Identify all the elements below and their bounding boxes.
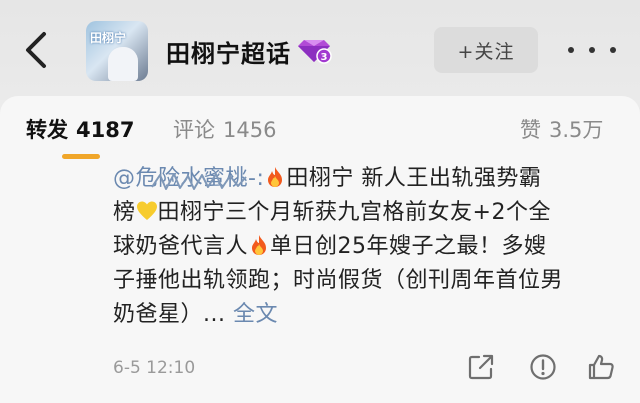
tab-label: 赞 [520,118,541,142]
post-text-segment: 田栩宁 新人王出轨强势霸 [286,166,542,191]
yellow-heart-emoji-icon [136,201,157,220]
gem-level-badge-icon: 3 [298,40,332,64]
post-line: 榜田栩宁三个月斩获九宫格前女友+2个全 [113,196,633,230]
post-text-segment: 榜 [113,200,136,225]
share-icon[interactable] [466,352,496,382]
tab-comment[interactable]: 评论 1456 [173,114,276,144]
thumbs-up-icon[interactable] [586,352,616,382]
post-line: 球奶爸代言人 单日创25年嫂子之最！多嫂 [113,230,633,264]
post-text-segment: 田栩宁三个月斩获九宫格前女友+2个全 [157,200,551,225]
post-text-segment: 奶爸星）... [113,302,233,327]
tab-repost[interactable]: 转发 4187 [26,114,134,144]
topic-avatar[interactable]: 田栩宁 [86,21,148,81]
avatar-figure [108,47,138,81]
fire-emoji-icon [252,235,267,255]
tabs-bar: 转发 4187 评论 1456 赞 3.5万 [0,96,640,162]
dot-icon [568,47,574,53]
badge-level: 3 [321,52,328,63]
tab-count: 1456 [223,118,277,142]
more-dots-icon[interactable] [568,40,616,60]
tab-label: 评论 [173,118,215,142]
post-timestamp: 6-5 12:10 [113,358,196,378]
tab-like[interactable]: 赞 3.5万 [520,114,603,144]
report-icon[interactable] [528,352,558,382]
post-line: 奶爸星）... 全文 [113,298,633,332]
tab-count: 3.5万 [549,118,604,142]
top-bar: 田栩宁 田栩宁超话 3 +关注 [0,0,640,100]
follow-button[interactable]: +关注 [434,27,538,73]
back-icon[interactable] [20,30,54,70]
post-text-segment: 球奶爸代言人 [113,234,249,259]
dot-icon [610,47,616,53]
full-text-link[interactable]: 全文 [233,302,278,327]
dot-icon [589,47,595,53]
tab-count: 4187 [76,118,135,142]
repost-item: @危险水蜜桃-: 田栩宁 新人王出轨强势霸 榜田栩宁三个月斩获九宫格前女友+2个全… [0,162,640,403]
active-tab-indicator [62,154,100,159]
fire-emoji-icon [268,167,283,187]
redaction-scribble [151,173,247,190]
avatar-label: 田栩宁 [90,31,127,45]
tab-label: 转发 [26,118,68,142]
post-line: 子捶他出轨领跑；时尚假货（创刊周年首位男 [113,268,564,293]
post-text-segment: 单日创25年嫂子之最！多嫂 [270,234,547,259]
topic-title: 田栩宁超话 [166,40,291,68]
